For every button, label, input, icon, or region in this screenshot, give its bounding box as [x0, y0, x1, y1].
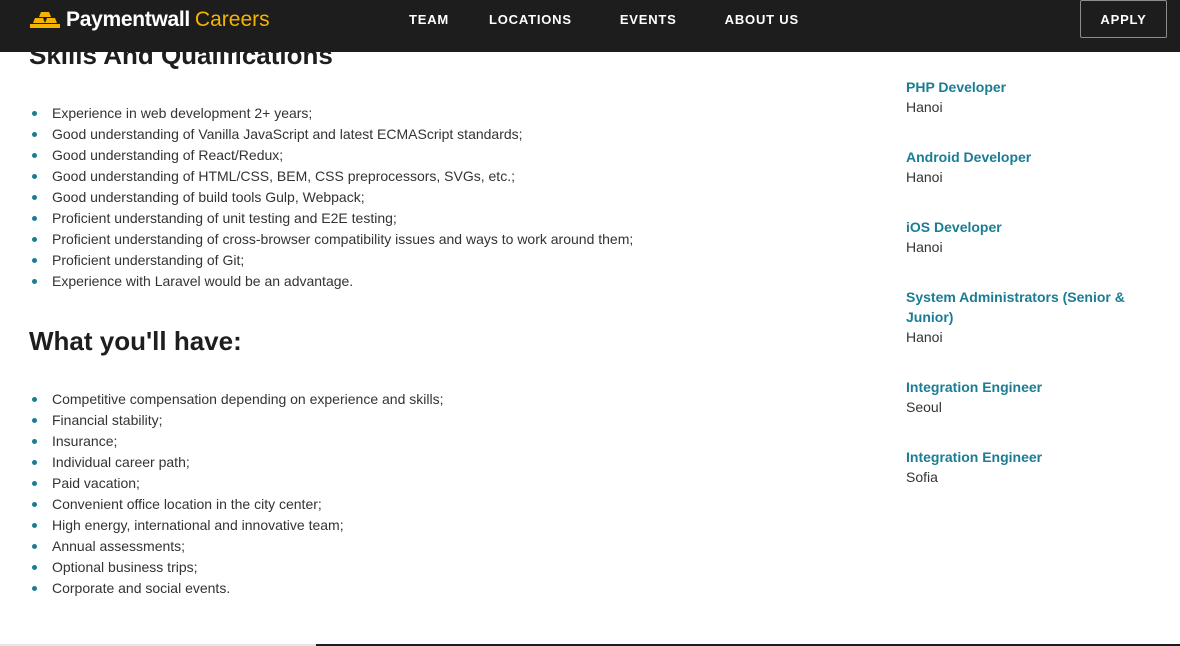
bullet-icon [32, 111, 37, 116]
job-title-link[interactable]: iOS Developer [906, 217, 1151, 237]
benefits-heading: What you'll have: [29, 326, 242, 356]
bullet-icon [32, 481, 37, 486]
bullet-icon [32, 216, 37, 221]
job-location: Hanoi [906, 329, 943, 345]
bullet-icon [32, 132, 37, 137]
list-item-text: High energy, international and innovativ… [52, 517, 344, 533]
job-title-link[interactable]: Android Developer [906, 147, 1151, 167]
job-title-link[interactable]: System Administrators (Senior & Junior) [906, 287, 1151, 327]
list-item-text: Paid vacation; [52, 475, 140, 491]
list-item: Individual career path; [30, 452, 443, 473]
job-title-link[interactable]: PHP Developer [906, 77, 1151, 97]
job-listing: Android Developer Hanoi [906, 147, 1151, 187]
job-title-link[interactable]: Integration Engineer [906, 447, 1151, 467]
bullet-icon [32, 544, 37, 549]
bullet-icon [32, 523, 37, 528]
list-item-text: Proficient understanding of cross-browse… [52, 231, 634, 247]
job-location: Hanoi [906, 239, 943, 255]
bullet-icon [32, 565, 37, 570]
list-item: Insurance; [30, 431, 443, 452]
brand-subtitle: Careers [194, 8, 270, 31]
list-item-text: Experience in web development 2+ years; [52, 105, 313, 121]
job-location: Hanoi [906, 99, 943, 115]
list-item: Good understanding of React/Redux; [30, 145, 633, 166]
list-item-text: Convenient office location in the city c… [52, 496, 322, 512]
list-item: Paid vacation; [30, 473, 443, 494]
nav-team[interactable]: TEAM [409, 12, 449, 27]
list-item-text: Optional business trips; [52, 559, 198, 575]
list-item: Financial stability; [30, 410, 443, 431]
top-navigation-bar: Paymentwall Careers TEAM LOCATIONS EVENT… [0, 0, 1180, 52]
list-item-text: Individual career path; [52, 454, 190, 470]
bullet-icon [32, 195, 37, 200]
list-item-text: Proficient understanding of unit testing… [52, 210, 397, 226]
list-item-text: Good understanding of HTML/CSS, BEM, CSS… [52, 168, 515, 184]
list-item: Corporate and social events. [30, 578, 443, 599]
bullet-icon [32, 174, 37, 179]
list-item: Proficient understanding of Git; [30, 250, 633, 271]
brand-name: Paymentwall [66, 8, 190, 31]
job-listing: Integration Engineer Seoul [906, 377, 1151, 417]
list-item-text: Financial stability; [52, 412, 163, 428]
job-listing: PHP Developer Hanoi [906, 77, 1151, 117]
list-item-text: Good understanding of Vanilla JavaScript… [52, 126, 523, 142]
list-item: High energy, international and innovativ… [30, 515, 443, 536]
job-listing: iOS Developer Hanoi [906, 217, 1151, 257]
bullet-icon [32, 279, 37, 284]
job-title-link[interactable]: Integration Engineer [906, 377, 1151, 397]
bullet-icon [32, 502, 37, 507]
nav-locations[interactable]: LOCATIONS [489, 12, 572, 27]
job-listing: System Administrators (Senior & Junior) … [906, 287, 1151, 347]
apply-button[interactable]: APPLY [1080, 0, 1167, 38]
list-item-text: Insurance; [52, 433, 118, 449]
main-nav: TEAM LOCATIONS EVENTS ABOUT US [409, 12, 799, 27]
list-item: Experience in web development 2+ years; [30, 103, 633, 124]
list-item-text: Good understanding of React/Redux; [52, 147, 284, 163]
bullet-icon [32, 460, 37, 465]
job-location: Seoul [906, 399, 942, 415]
list-item: Competitive compensation depending on ex… [30, 389, 443, 410]
job-location: Hanoi [906, 169, 943, 185]
job-listing: Integration Engineer Sofia [906, 447, 1151, 487]
list-item: Convenient office location in the city c… [30, 494, 443, 515]
bullet-icon [32, 237, 37, 242]
nav-about-us[interactable]: ABOUT US [725, 12, 799, 27]
bullet-icon [32, 397, 37, 402]
list-item: Good understanding of HTML/CSS, BEM, CSS… [30, 166, 633, 187]
list-item: Optional business trips; [30, 557, 443, 578]
gold-bars-icon [30, 12, 60, 28]
list-item: Annual assessments; [30, 536, 443, 557]
list-item-text: Competitive compensation depending on ex… [52, 391, 444, 407]
list-item-text: Annual assessments; [52, 538, 186, 554]
paymentwall-logo[interactable]: Paymentwall Careers [30, 6, 270, 34]
list-item-text: Corporate and social events. [52, 580, 231, 596]
bullet-icon [32, 586, 37, 591]
bullet-icon [32, 439, 37, 444]
list-item: Experience with Laravel would be an adva… [30, 271, 633, 292]
skills-list: Experience in web development 2+ years; … [30, 103, 633, 292]
list-item: Good understanding of build tools Gulp, … [30, 187, 633, 208]
list-item-text: Experience with Laravel would be an adva… [52, 273, 354, 289]
list-item: Proficient understanding of cross-browse… [30, 229, 633, 250]
job-location: Sofia [906, 469, 938, 485]
bullet-icon [32, 418, 37, 423]
list-item: Proficient understanding of unit testing… [30, 208, 633, 229]
list-item: Good understanding of Vanilla JavaScript… [30, 124, 633, 145]
list-item-text: Good understanding of build tools Gulp, … [52, 189, 365, 205]
bullet-icon [32, 258, 37, 263]
list-item-text: Proficient understanding of Git; [52, 252, 245, 268]
bullet-icon [32, 153, 37, 158]
nav-events[interactable]: EVENTS [620, 12, 677, 27]
open-positions-sidebar: PHP Developer Hanoi Android Developer Ha… [906, 77, 1151, 517]
benefits-list: Competitive compensation depending on ex… [30, 389, 443, 599]
